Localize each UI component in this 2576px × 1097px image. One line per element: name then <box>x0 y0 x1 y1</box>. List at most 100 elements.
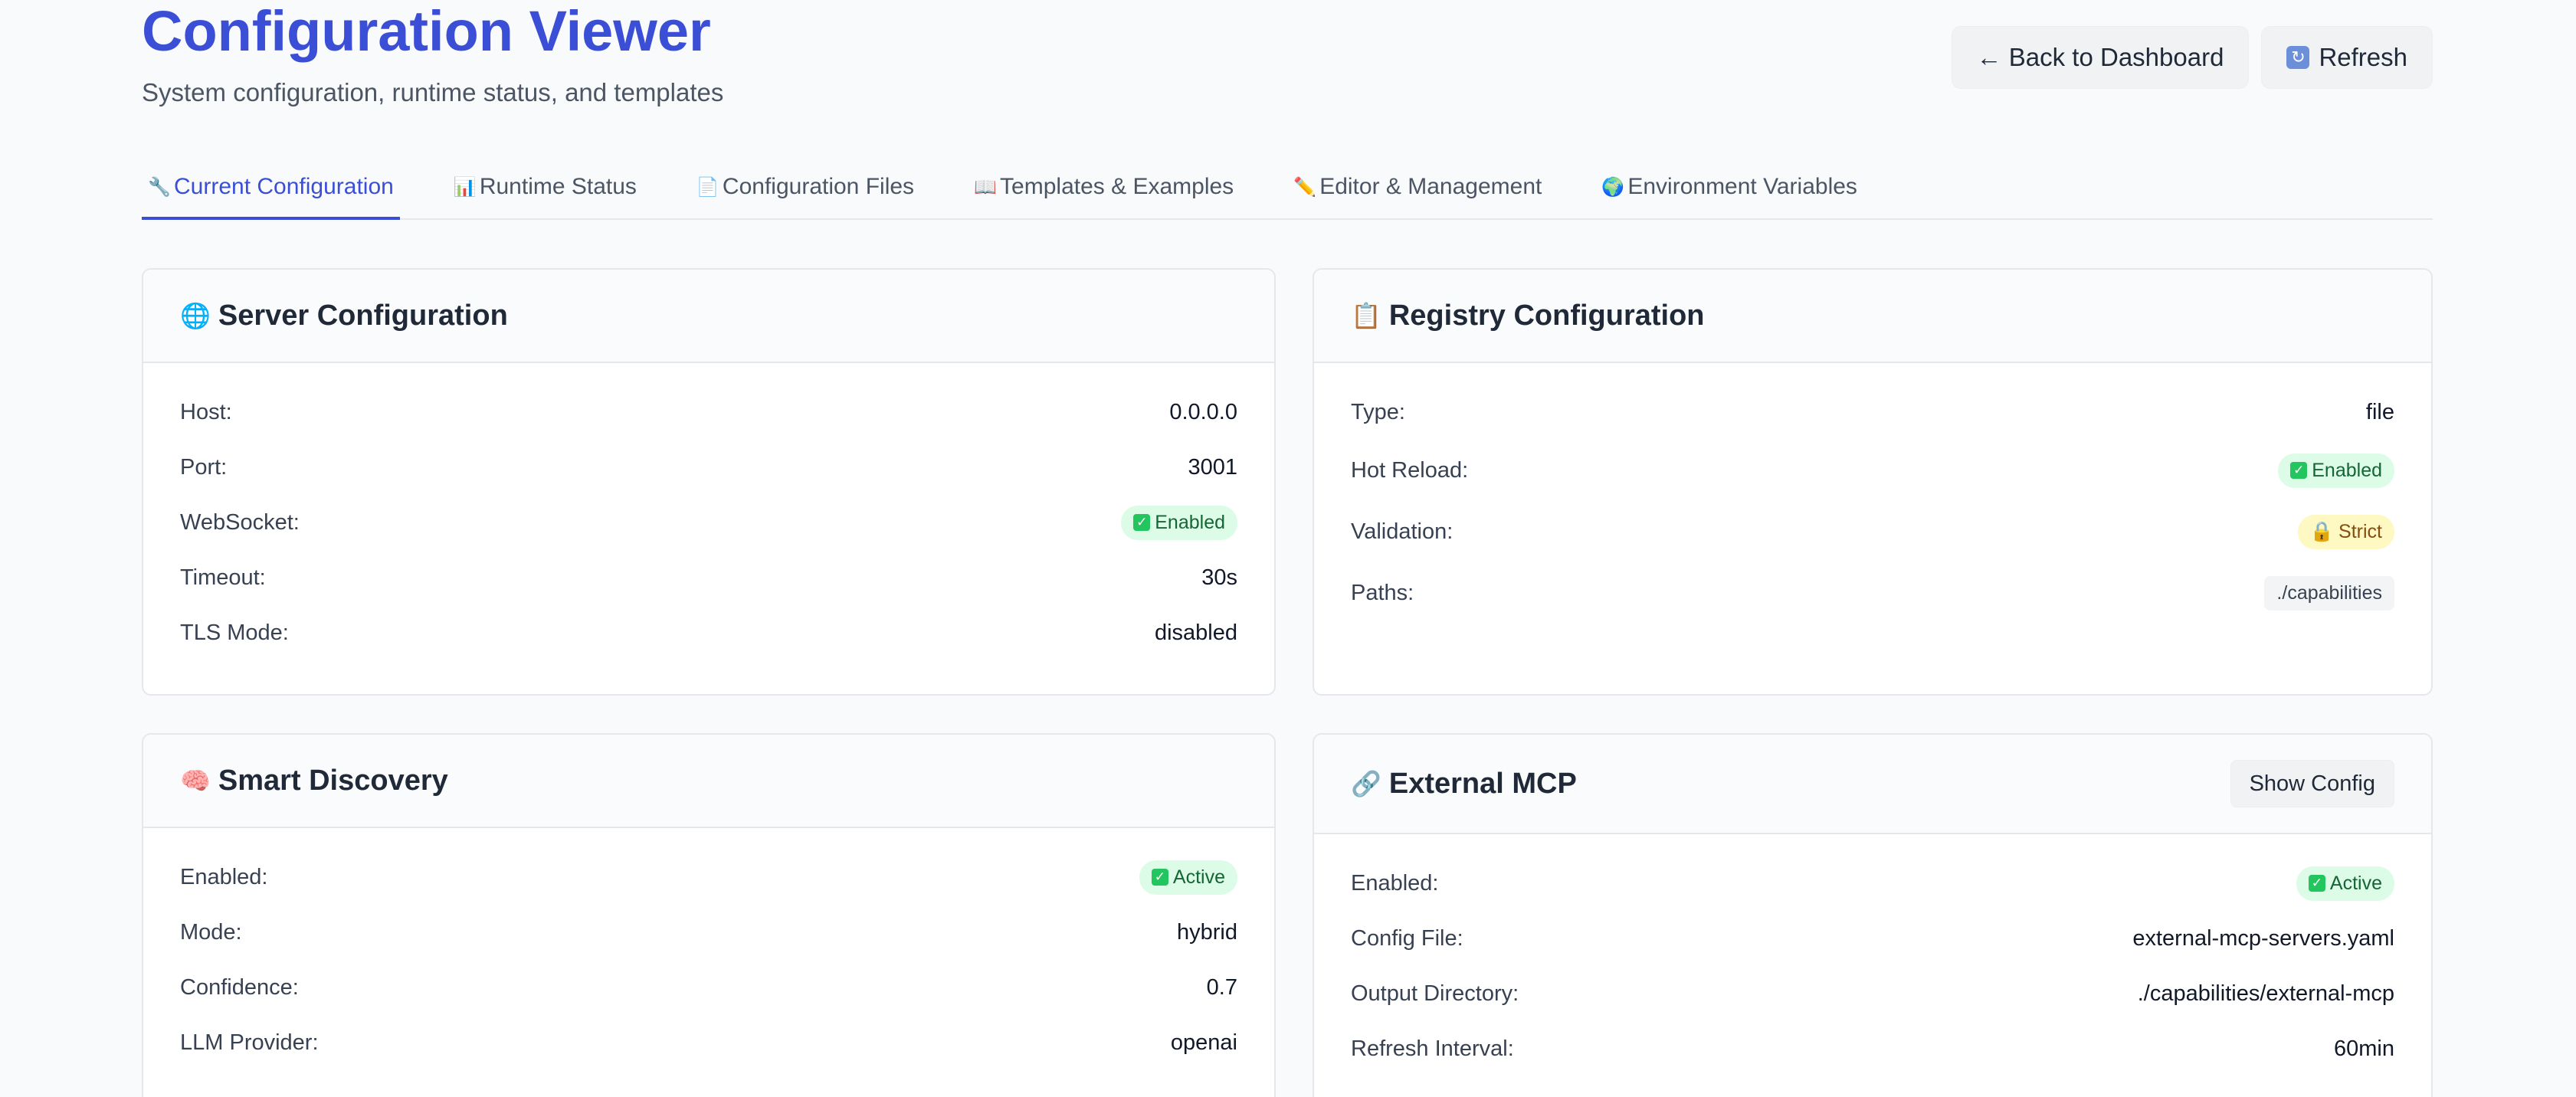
config-row-paths: Paths: ./capabilities <box>1351 562 2394 624</box>
card-title: 🧠 Smart Discovery <box>180 765 448 797</box>
tab-label: Templates & Examples <box>1000 174 1234 199</box>
tab-label: Configuration Files <box>722 174 915 199</box>
config-row-host: Host: 0.0.0.0 <box>180 385 1237 440</box>
page: Configuration Viewer System configuratio… <box>0 0 2576 1097</box>
server-configuration-card: 🌐 Server Configuration Host: 0.0.0.0 Por… <box>142 268 1276 696</box>
registry-configuration-card: 📋 Registry Configuration Type: file Hot … <box>1313 268 2433 696</box>
tab-runtime-status[interactable]: 📊 Runtime Status <box>447 157 643 220</box>
config-row-timeout: Timeout: 30s <box>180 550 1237 605</box>
config-row-hot-reload: Hot Reload: ✓ Enabled <box>1351 440 2394 501</box>
card-header: 🌐 Server Configuration <box>143 270 1274 363</box>
row-label: Paths: <box>1351 580 1414 605</box>
bar-chart-icon: 📊 <box>453 176 477 198</box>
row-label: WebSocket: <box>180 509 300 535</box>
external-mcp-title: External MCP <box>1388 767 1577 800</box>
row-label: Validation: <box>1351 519 1454 544</box>
tab-environment-variables[interactable]: 🌍 Environment Variables <box>1595 157 1863 220</box>
row-label: Confidence: <box>180 974 299 1000</box>
row-value: external-mcp-servers.yaml <box>2132 925 2394 951</box>
tab-label: Environment Variables <box>1627 174 1857 199</box>
config-row-port: Port: 3001 <box>180 440 1237 495</box>
row-label: Timeout: <box>180 565 266 590</box>
document-icon: 📄 <box>696 176 719 198</box>
clipboard-icon: 📋 <box>1351 302 1381 329</box>
row-label: LLM Provider: <box>180 1030 319 1055</box>
refresh-label: Refresh <box>2319 43 2407 71</box>
link-icon: 🔗 <box>1351 770 1381 797</box>
config-row-output-directory: Output Directory: ./capabilities/externa… <box>1351 966 2394 1021</box>
back-to-dashboard-button[interactable]: ← Back to Dashboard <box>1951 26 2250 89</box>
card-body: Enabled: ✓ Active Mode: hybrid Confidenc… <box>143 828 1274 1070</box>
row-value: file <box>2365 399 2394 424</box>
config-row-enabled: Enabled: ✓ Active <box>1351 856 2394 911</box>
lock-icon: 🔒 <box>2309 520 2335 542</box>
badge-text: Active <box>1172 866 1225 888</box>
brain-icon: 🧠 <box>180 767 211 794</box>
card-header: 📋 Registry Configuration <box>1314 270 2431 363</box>
badge-text: Strict <box>2338 520 2382 542</box>
page-title: Configuration Viewer <box>142 0 711 63</box>
row-value: hybrid <box>1177 919 1237 945</box>
external-mcp-card: 🔗 External MCP Show Config Enabled: ✓ Ac… <box>1313 733 2433 1097</box>
pencil-icon: ✏️ <box>1293 176 1317 198</box>
row-label: Output Directory: <box>1351 981 1519 1006</box>
row-label: Enabled: <box>1351 870 1439 896</box>
card-title: 🌐 Server Configuration <box>180 300 508 332</box>
globe-icon: 🌐 <box>180 302 211 329</box>
status-badge: ✓ Active <box>2296 866 2394 901</box>
row-value: disabled <box>1154 620 1237 645</box>
page-subtitle: System configuration, runtime status, an… <box>142 78 724 106</box>
badge-text: Active <box>2329 872 2382 894</box>
row-label: Refresh Interval: <box>1351 1036 1514 1061</box>
header-actions: ← Back to Dashboard ↻ Refresh <box>1951 26 2433 89</box>
refresh-button[interactable]: ↻ Refresh <box>2261 26 2433 89</box>
registry-configuration-title: Registry Configuration <box>1388 299 1705 332</box>
server-configuration-title: Server Configuration <box>218 299 508 332</box>
smart-discovery-title: Smart Discovery <box>218 764 448 797</box>
globe-icon: 🌍 <box>1601 176 1625 198</box>
row-value: 30s <box>1201 565 1237 590</box>
row-value: 0.0.0.0 <box>1169 399 1237 424</box>
badge-text: Enabled <box>1155 511 1225 533</box>
row-value: 3001 <box>1188 454 1237 480</box>
check-icon: ✓ <box>1151 869 1168 886</box>
tab-bar: 🔧 Current Configuration 📊 Runtime Status… <box>142 157 2433 220</box>
tab-label: Current Configuration <box>174 174 394 199</box>
config-row-confidence: Confidence: 0.7 <box>180 960 1237 1015</box>
row-label: Mode: <box>180 919 242 945</box>
row-label: Enabled: <box>180 864 268 889</box>
smart-discovery-card: 🧠 Smart Discovery Enabled: ✓ Active Mode… <box>142 733 1276 1097</box>
config-row-validation: Validation: 🔒 Strict <box>1351 501 2394 562</box>
open-book-icon: 📖 <box>974 176 997 198</box>
row-value: 0.7 <box>1206 974 1237 1000</box>
check-icon: ✓ <box>1133 514 1151 531</box>
card-title: 🔗 External MCP <box>1351 768 1577 801</box>
tab-label: Editor & Management <box>1319 174 1542 199</box>
row-label: Hot Reload: <box>1351 457 1469 483</box>
row-value: ./capabilities/external-mcp <box>2137 981 2394 1006</box>
card-body: Enabled: ✓ Active Config File: external-… <box>1314 834 2431 1076</box>
page-header: Configuration Viewer System configuratio… <box>142 0 2433 115</box>
card-body: Type: file Hot Reload: ✓ Enabled Validat… <box>1314 363 2431 624</box>
config-row-config-file: Config File: external-mcp-servers.yaml <box>1351 911 2394 966</box>
tab-configuration-files[interactable]: 📄 Configuration Files <box>690 157 920 220</box>
wrench-icon: 🔧 <box>148 176 171 198</box>
main-container: Configuration Viewer System configuratio… <box>142 0 2433 1097</box>
tab-templates-examples[interactable]: 📖 Templates & Examples <box>968 157 1240 220</box>
tab-current-configuration[interactable]: 🔧 Current Configuration <box>142 157 400 220</box>
tab-label: Runtime Status <box>479 174 637 199</box>
status-badge: 🔒 Strict <box>2297 514 2394 549</box>
config-row-refresh-interval: Refresh Interval: 60min <box>1351 1021 2394 1076</box>
status-badge: ✓ Enabled <box>2278 453 2394 488</box>
row-label: Port: <box>180 454 228 480</box>
config-row-websocket: WebSocket: ✓ Enabled <box>180 495 1237 550</box>
back-to-dashboard-label: ← Back to Dashboard <box>1976 43 2224 71</box>
row-label: Type: <box>1351 399 1405 424</box>
badge-text: Enabled <box>2312 459 2382 481</box>
config-row-tls-mode: TLS Mode: disabled <box>180 605 1237 660</box>
config-row-enabled: Enabled: ✓ Active <box>180 850 1237 905</box>
config-row-mode: Mode: hybrid <box>180 905 1237 960</box>
show-config-button[interactable]: Show Config <box>2230 760 2394 807</box>
row-value: 60min <box>2334 1036 2394 1061</box>
tab-editor-management[interactable]: ✏️ Editor & Management <box>1287 157 1548 220</box>
